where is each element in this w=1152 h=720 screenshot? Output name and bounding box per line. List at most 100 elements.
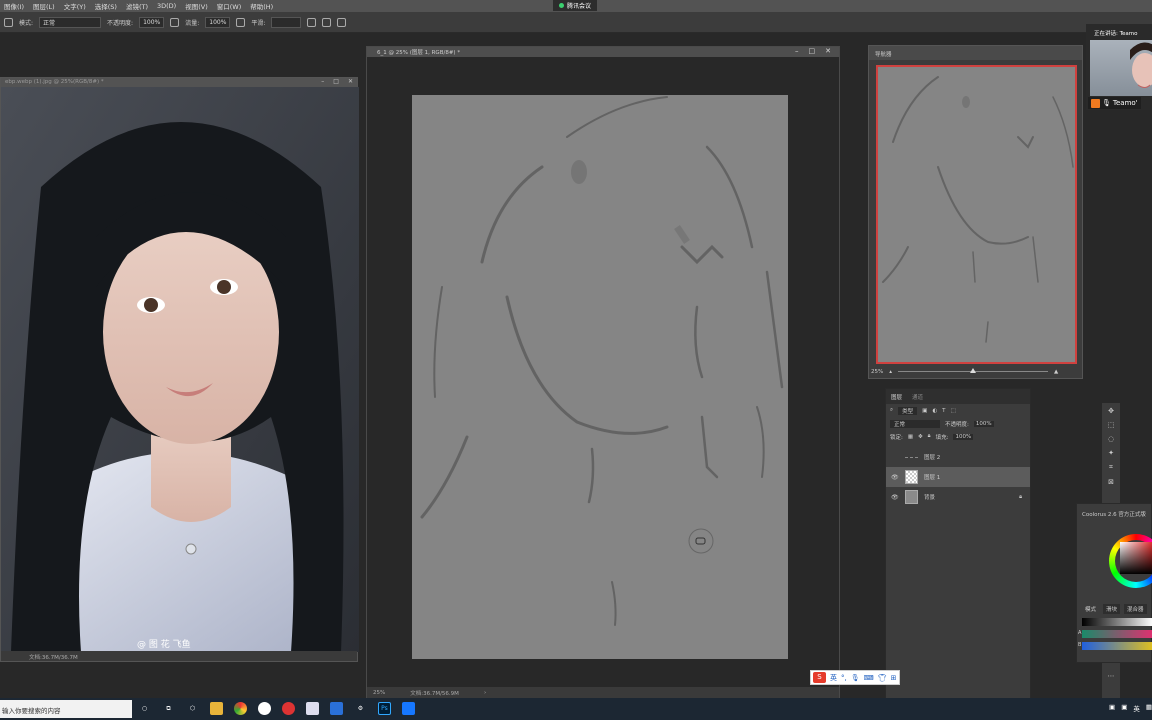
lock-move-icon[interactable]: ✥	[918, 434, 923, 440]
airbrush-icon[interactable]	[236, 17, 246, 27]
canvas-page[interactable]	[412, 95, 788, 659]
maximize-icon[interactable]: □	[333, 78, 339, 85]
menu-type[interactable]: 文字(Y)	[64, 1, 86, 11]
color-square[interactable]	[1120, 542, 1152, 574]
browser-icon[interactable]	[258, 702, 271, 715]
filter-type-icon[interactable]: T	[942, 408, 945, 414]
microphone-icon[interactable]: 🎙︎	[851, 674, 860, 682]
tab-channels[interactable]: 通道	[912, 393, 923, 401]
slider-mode-button[interactable]: 滑块	[1103, 604, 1121, 614]
pressure-opacity-icon[interactable]	[170, 17, 180, 27]
ime-toolbar[interactable]: S 英 °, 🎙︎ ⌨︎ 👕︎ ⊞	[810, 670, 900, 685]
meeting-indicator[interactable]: 腾讯会议	[553, 0, 598, 11]
reference-photo-window[interactable]: ebp.webp (1).jpg @ 25%(RGB/8#) * – □ ✕ @…	[0, 77, 359, 662]
canvas-title-bar[interactable]: 6_1 @ 25% (图层 1, RGB/8#) * – □ ✕	[367, 47, 839, 57]
layer-name[interactable]: 图层 1	[924, 473, 940, 481]
fill-field[interactable]: 100%	[953, 433, 974, 440]
participant-video[interactable]	[1090, 40, 1152, 96]
marquee-tool-icon[interactable]: ⬚	[1108, 421, 1115, 429]
chrome-icon[interactable]	[234, 702, 247, 715]
menu-window[interactable]: 窗口(W)	[217, 1, 242, 11]
a-channel-slider[interactable]	[1082, 630, 1152, 638]
navigator-panel[interactable]: 导航器 25% ▴ ▲	[868, 45, 1083, 379]
lightness-slider[interactable]	[1082, 618, 1152, 626]
layer-name[interactable]: 图层 2	[924, 453, 940, 461]
eye-icon[interactable]: 👁︎	[891, 494, 899, 501]
menu-layer[interactable]: 图层(L)	[33, 1, 55, 11]
brush-preset-icon[interactable]	[4, 17, 13, 27]
tray-icon[interactable]: ▣	[1109, 703, 1115, 713]
filter-shape-icon[interactable]: ⬚	[951, 408, 956, 414]
opacity-field[interactable]: 100%	[139, 16, 165, 28]
tencent-meeting-icon[interactable]	[402, 702, 415, 715]
sogou-logo-icon[interactable]: S	[813, 672, 826, 683]
tray-icon[interactable]: ▣	[1121, 703, 1127, 713]
move-tool-icon[interactable]: ✥	[1108, 407, 1114, 415]
app-icon[interactable]: ⬡	[186, 702, 199, 715]
keyboard-icon[interactable]: ⌨︎	[864, 674, 874, 682]
lock-all-icon[interactable]: 🔒︎	[928, 433, 931, 440]
task-view-icon[interactable]: ⧉	[162, 702, 175, 715]
zoom-out-icon[interactable]: ▴	[889, 369, 892, 375]
gear-icon[interactable]	[307, 17, 317, 27]
blend-mode-select[interactable]: 正常	[890, 419, 940, 428]
more-tools-icon[interactable]: ⋯	[1108, 672, 1115, 680]
lock-pixels-icon[interactable]: ▦	[908, 434, 913, 440]
input-language[interactable]: 英	[1133, 703, 1140, 713]
minimize-icon[interactable]: –	[795, 47, 799, 55]
layer-row-1[interactable]: 👁︎ 图层 1	[886, 467, 1030, 487]
settings-gear-icon[interactable]: ⚙	[354, 702, 367, 715]
crop-tool-icon[interactable]: ⌗	[1109, 463, 1113, 472]
photoshop-icon[interactable]: Ps	[378, 702, 391, 715]
layer-row-2[interactable]: 图层 2	[886, 447, 1030, 467]
canvas-document-window[interactable]: 6_1 @ 25% (图层 1, RGB/8#) * – □ ✕ 25% 文档:…	[366, 46, 840, 700]
zoom-slider-thumb[interactable]	[970, 368, 976, 373]
layer-name[interactable]: 背景	[924, 493, 935, 501]
navigator-zoom[interactable]: 25%	[871, 369, 883, 375]
skin-icon[interactable]: 👕︎	[878, 674, 887, 682]
menu-image[interactable]: 图像(I)	[4, 1, 24, 11]
menu-select[interactable]: 选择(S)	[95, 1, 117, 11]
coolorus-panel[interactable]: Coolorus 2.6 官方正式版 模式 滑块 混合器 A B	[1076, 503, 1152, 663]
frame-tool-icon[interactable]: ⊠	[1108, 478, 1114, 486]
symmetry-icon[interactable]	[337, 17, 347, 27]
lasso-tool-icon[interactable]: ◌	[1108, 435, 1114, 443]
mixer-mode-button[interactable]: 混合器	[1124, 604, 1147, 614]
minimize-icon[interactable]: –	[321, 78, 324, 85]
file-explorer-icon[interactable]	[210, 702, 223, 715]
layer-opacity-field[interactable]: 100%	[973, 420, 994, 427]
pressure-size-icon[interactable]	[322, 17, 332, 27]
taskbar-search-input[interactable]: 输入你要搜索的内容	[0, 700, 132, 718]
tray-icon[interactable]: ▦	[1146, 703, 1152, 713]
canvas-zoom[interactable]: 25%	[373, 690, 385, 696]
menu-view[interactable]: 视图(V)	[185, 1, 208, 11]
smoothing-field[interactable]	[271, 16, 302, 28]
close-icon[interactable]: ✕	[348, 78, 353, 85]
tab-layers[interactable]: 图层	[891, 393, 902, 401]
eye-icon[interactable]: 👁︎	[891, 474, 899, 481]
menu-filter[interactable]: 滤镜(T)	[126, 1, 148, 11]
close-icon[interactable]: ✕	[825, 47, 831, 55]
filter-adjust-icon[interactable]: ◐	[932, 408, 937, 414]
notepad-icon[interactable]	[306, 702, 319, 715]
menu-3d[interactable]: 3D(D)	[157, 2, 176, 10]
mode-select[interactable]: 正常	[39, 16, 102, 28]
layers-panel[interactable]: 图层 通道 ⌕ 类型 ▣ ◐ T ⬚ 正常 不透明度: 100% 锁定: ▦ ✥…	[885, 388, 1031, 700]
layer-row-background[interactable]: 👁︎ 背景 🔒︎	[886, 487, 1030, 507]
reference-photo-title-bar[interactable]: ebp.webp (1).jpg @ 25%(RGB/8#) * – □ ✕	[1, 78, 357, 87]
flow-field[interactable]: 100%	[205, 16, 231, 28]
zoom-in-icon[interactable]: ▲	[1054, 369, 1058, 375]
canvas-area[interactable]	[367, 57, 839, 689]
cloud-icon[interactable]	[330, 702, 343, 715]
status-arrow-icon[interactable]: ›	[484, 690, 486, 696]
filter-pixel-icon[interactable]: ▣	[922, 408, 927, 414]
navigator-zoom-slider[interactable]	[898, 368, 1048, 373]
toolbox-icon[interactable]: ⊞	[891, 674, 897, 682]
ime-language[interactable]: 英	[830, 673, 837, 683]
sketch-canvas[interactable]	[367, 57, 839, 689]
punctuation-icon[interactable]: °,	[841, 674, 847, 682]
navigator-preview[interactable]	[876, 65, 1077, 364]
magic-wand-icon[interactable]: ✦	[1108, 449, 1114, 457]
layer-filter-select[interactable]: 类型	[898, 406, 918, 415]
cortana-icon[interactable]: ○	[138, 702, 151, 715]
